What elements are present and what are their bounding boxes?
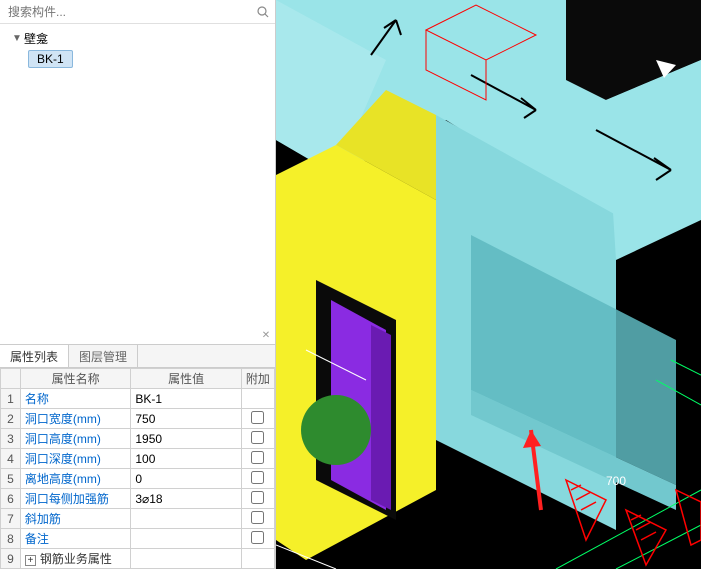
- search-icon[interactable]: [255, 4, 271, 20]
- tree-root-node[interactable]: ▼ 壁龛: [0, 28, 275, 48]
- add-checkbox[interactable]: [251, 511, 264, 524]
- expand-icon[interactable]: +: [25, 555, 36, 566]
- prop-value-cell[interactable]: 3⌀18: [131, 489, 241, 509]
- prop-value-cell[interactable]: [131, 509, 241, 529]
- properties-table: 属性名称 属性值 附加 1 名称 BK-1 2 洞口宽度(mm) 750 3 洞…: [0, 368, 275, 569]
- prop-value-cell[interactable]: 0: [131, 469, 241, 489]
- col-add: 附加: [241, 369, 274, 389]
- tab-layers[interactable]: 图层管理: [69, 345, 138, 367]
- component-tree: ▼ 壁龛 BK-1 ✕: [0, 24, 275, 344]
- left-panel: ▼ 壁龛 BK-1 ✕ 属性列表 图层管理 属性名称 属性值 附加 1 名称 B…: [0, 0, 276, 569]
- add-checkbox[interactable]: [251, 531, 264, 544]
- collapse-arrow-icon[interactable]: ▼: [12, 33, 22, 44]
- table-row: 1 名称 BK-1: [1, 389, 275, 409]
- prop-name-cell[interactable]: 备注: [20, 529, 130, 549]
- close-icon[interactable]: ✕: [259, 328, 273, 342]
- prop-value-cell[interactable]: 750: [131, 409, 241, 429]
- prop-name-cell[interactable]: 名称: [20, 389, 130, 409]
- tree-root-label: 壁龛: [22, 30, 48, 47]
- table-row: 7 斜加筋: [1, 509, 275, 529]
- prop-value-cell[interactable]: BK-1: [131, 389, 241, 409]
- col-value: 属性值: [131, 369, 241, 389]
- add-checkbox[interactable]: [251, 451, 264, 464]
- prop-name-cell[interactable]: 洞口宽度(mm): [20, 409, 130, 429]
- table-row: 2 洞口宽度(mm) 750: [1, 409, 275, 429]
- table-row: 4 洞口深度(mm) 100: [1, 449, 275, 469]
- prop-value-cell[interactable]: [131, 549, 241, 569]
- table-row: 6 洞口每侧加强筋 3⌀18: [1, 489, 275, 509]
- prop-value-cell[interactable]: [131, 529, 241, 549]
- add-checkbox[interactable]: [251, 471, 264, 484]
- dimension-label: 700: [606, 474, 626, 488]
- tabs: 属性列表 图层管理: [0, 344, 275, 368]
- prop-name-expandable[interactable]: +钢筋业务属性: [20, 549, 130, 569]
- add-checkbox[interactable]: [251, 491, 264, 504]
- 3d-viewport[interactable]: 700: [276, 0, 701, 569]
- search-row: [0, 0, 275, 24]
- add-checkbox[interactable]: [251, 411, 264, 424]
- table-row: 3 洞口高度(mm) 1950: [1, 429, 275, 449]
- prop-name-cell[interactable]: 斜加筋: [20, 509, 130, 529]
- table-row: 5 离地高度(mm) 0: [1, 469, 275, 489]
- prop-value-cell[interactable]: 1950: [131, 429, 241, 449]
- table-row: 8 备注: [1, 529, 275, 549]
- table-header-row: 属性名称 属性值 附加: [1, 369, 275, 389]
- tree-item-bk1[interactable]: BK-1: [28, 50, 73, 68]
- prop-name-cell[interactable]: 洞口高度(mm): [20, 429, 130, 449]
- table-row: 9 +钢筋业务属性: [1, 549, 275, 569]
- tab-properties[interactable]: 属性列表: [0, 345, 69, 367]
- add-checkbox[interactable]: [251, 431, 264, 444]
- prop-name-cell[interactable]: 离地高度(mm): [20, 469, 130, 489]
- prop-value-cell[interactable]: 100: [131, 449, 241, 469]
- prop-name-cell[interactable]: 洞口每侧加强筋: [20, 489, 130, 509]
- col-name: 属性名称: [20, 369, 130, 389]
- prop-name-cell[interactable]: 洞口深度(mm): [20, 449, 130, 469]
- search-input[interactable]: [4, 1, 255, 23]
